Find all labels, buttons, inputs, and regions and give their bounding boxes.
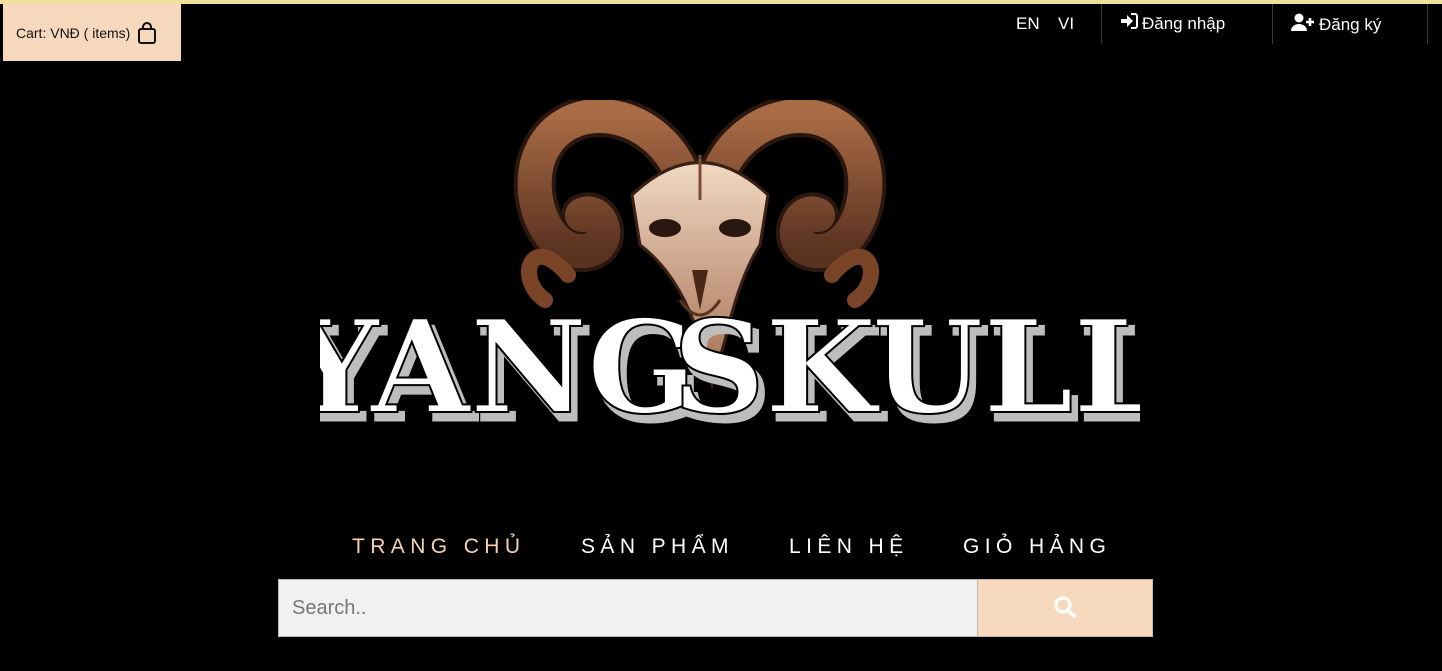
login-label: Đăng nhập — [1142, 13, 1226, 33]
language-en-link[interactable]: EN — [1016, 14, 1040, 34]
top-accent-stripe — [0, 0, 1442, 4]
search-bar — [278, 579, 1153, 637]
divider — [1101, 4, 1102, 44]
logo-wordmark: YANG YANG SKULL SKULL — [285, 292, 1171, 453]
logo-word-left: YANG — [320, 293, 696, 440]
cart-label: Cart: VNĐ ( items) — [16, 24, 131, 41]
nav-contact[interactable]: LIÊN HỆ — [789, 535, 909, 559]
shopping-bag-icon — [137, 21, 157, 45]
divider — [1272, 4, 1273, 44]
search-icon — [1053, 595, 1077, 622]
cart-button[interactable]: Cart: VNĐ ( items) — [3, 4, 181, 61]
search-input[interactable] — [278, 579, 978, 637]
language-vi-link[interactable]: VI — [1058, 14, 1074, 34]
nav-cart[interactable]: GIỎ HẢNG — [963, 535, 1111, 559]
search-button[interactable] — [978, 579, 1153, 637]
logo-word-right: SKULL — [673, 293, 1140, 440]
register-link[interactable]: Đăng ký — [1291, 13, 1381, 36]
user-plus-icon — [1291, 13, 1319, 36]
login-link[interactable]: Đăng nhập — [1120, 13, 1225, 34]
divider — [1427, 4, 1428, 44]
nav-products[interactable]: SẢN PHẨM — [581, 535, 734, 559]
nav-home[interactable]: TRANG CHỦ — [352, 535, 525, 559]
register-label: Đăng ký — [1319, 14, 1382, 34]
yang-skull-logo[interactable]: YANG YANG SKULL SKULL — [285, 95, 1171, 453]
sign-in-icon — [1120, 13, 1142, 34]
